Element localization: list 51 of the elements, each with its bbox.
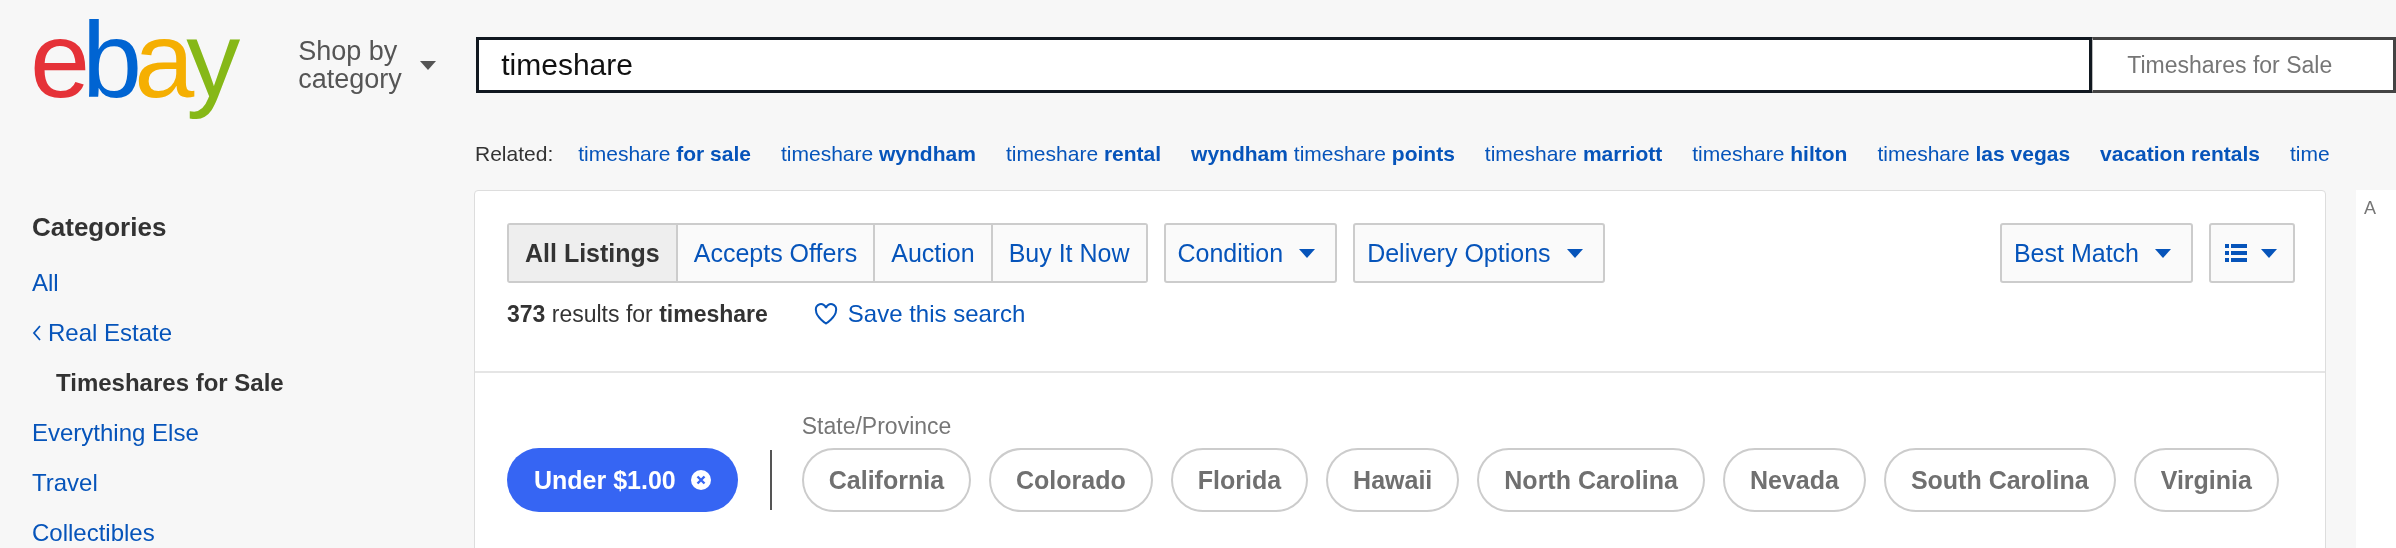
category-select[interactable]: Timeshares for Sale bbox=[2092, 37, 2396, 93]
caret-icon bbox=[1299, 248, 1316, 258]
caret-icon bbox=[2261, 248, 2277, 258]
sidebar-item[interactable]: Timeshares for Sale bbox=[32, 358, 284, 408]
heart-icon bbox=[813, 303, 838, 325]
related-search-link[interactable]: wyndham timeshare points bbox=[1191, 142, 1455, 166]
filter-dropdown[interactable]: Condition bbox=[1163, 223, 1338, 283]
state-chip[interactable]: Colorado bbox=[989, 448, 1153, 512]
view-toggle[interactable] bbox=[2209, 223, 2295, 283]
caret-icon bbox=[2155, 248, 2171, 258]
related-label: Related: bbox=[475, 142, 554, 166]
state-chip[interactable]: Nevada bbox=[1722, 448, 1866, 512]
state-chip[interactable]: Florida bbox=[1170, 448, 1309, 512]
related-search-link[interactable]: timeshare las vegas bbox=[1877, 142, 2071, 166]
caret-icon bbox=[1566, 248, 1583, 258]
remove-icon bbox=[689, 469, 712, 491]
related-search-link[interactable]: timeshare for sale bbox=[578, 142, 751, 166]
sidebar-item[interactable]: All bbox=[32, 258, 59, 308]
list-view-icon bbox=[2225, 244, 2247, 262]
caret-icon bbox=[420, 60, 437, 70]
state-chip[interactable]: South Carolina bbox=[1883, 448, 2116, 512]
state-chip[interactable]: California bbox=[801, 448, 972, 512]
sidebar-item[interactable]: Everything Else bbox=[32, 408, 199, 458]
state-chip[interactable]: Hawaii bbox=[1326, 448, 1460, 512]
related-search-link[interactable]: vacation rentals bbox=[2100, 142, 2260, 166]
results-count: 373 results for timeshare bbox=[507, 300, 768, 328]
sidebar-item[interactable]: Travel bbox=[32, 458, 98, 508]
related-search-link[interactable]: timeshare rental bbox=[1005, 142, 1162, 166]
related-search-link[interactable]: timeshare hilton bbox=[1692, 142, 1848, 166]
shop-by-category-button[interactable]: Shop by category bbox=[298, 37, 449, 93]
filter-group-label: State/Province bbox=[801, 413, 953, 440]
ebay-logo[interactable]: ebay bbox=[30, 0, 275, 125]
ad-label: A bbox=[2364, 198, 2376, 218]
related-search-link[interactable]: timeshare marriott bbox=[1484, 142, 1663, 166]
listing-tab[interactable]: Accepts Offers bbox=[675, 225, 874, 281]
filter-dropdown[interactable]: Delivery Options bbox=[1353, 223, 1605, 283]
chevron-left-icon bbox=[32, 325, 42, 341]
search-field[interactable]: timeshare bbox=[476, 37, 2093, 93]
sidebar-heading: Categories bbox=[32, 212, 168, 244]
active-filter-chip[interactable]: Under $1.00 bbox=[507, 448, 738, 512]
related-search-link[interactable]: time bbox=[2290, 142, 2330, 166]
sidebar-item[interactable]: Collectibles bbox=[32, 508, 155, 548]
sort-dropdown[interactable]: Best Match bbox=[1999, 223, 2193, 283]
listing-tab[interactable]: Auction bbox=[873, 225, 991, 281]
state-chip[interactable]: North Carolina bbox=[1477, 448, 1705, 512]
listing-tab[interactable]: Buy It Now bbox=[990, 225, 1146, 281]
save-search-link[interactable]: Save this search bbox=[813, 300, 1026, 328]
sidebar-item[interactable]: Real Estate bbox=[32, 308, 173, 358]
related-search-link[interactable]: timeshare wyndham bbox=[780, 142, 976, 166]
listing-tab[interactable]: All Listings bbox=[509, 225, 676, 281]
state-chip[interactable]: Virginia bbox=[2133, 448, 2279, 512]
